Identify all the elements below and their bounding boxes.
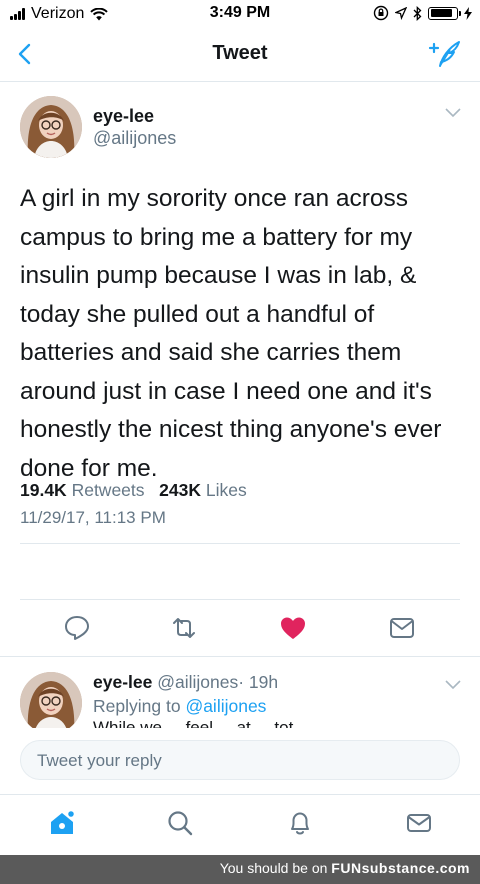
author-handle[interactable]: @ailijones — [93, 128, 176, 149]
page-title: Tweet — [212, 42, 268, 64]
compose-tweet-icon[interactable] — [428, 38, 462, 70]
divider — [20, 599, 460, 600]
status-bar: Verizon 3:49 PM — [0, 0, 480, 28]
reply-author-name[interactable]: eye-lee — [93, 672, 152, 692]
replying-to-link[interactable]: @ailijones — [185, 696, 266, 716]
reply-input[interactable]: Tweet your reply — [20, 740, 460, 780]
divider — [20, 543, 460, 544]
home-icon[interactable] — [48, 809, 76, 837]
search-icon[interactable] — [166, 809, 194, 837]
reply-age: · 19h — [238, 672, 279, 692]
chevron-down-icon[interactable] — [444, 106, 462, 118]
retweet-icon[interactable] — [170, 614, 198, 642]
retweets-stat[interactable]: 19.4K Retweets — [20, 480, 145, 500]
bluetooth-icon — [413, 5, 422, 21]
watermark-bar: You should be on FUNsubstance.com — [0, 855, 480, 884]
tweet-stats: 19.4K Retweets 243K Likes — [20, 480, 247, 501]
likes-stat[interactable]: 243K Likes — [159, 480, 247, 500]
reply-input-placeholder: Tweet your reply — [37, 751, 162, 770]
charging-icon — [464, 6, 472, 20]
battery-icon — [428, 6, 461, 20]
notifications-icon[interactable] — [286, 809, 314, 837]
tweet-timestamp: 11/29/17, 11:13 PM — [20, 508, 166, 527]
reply-text-snippet: While we ... feel ... at ... tot... — [93, 718, 308, 728]
reply-tweet[interactable]: eye-lee @ailijones· 19h Replying to @ail… — [0, 672, 480, 728]
reply-header: eye-lee @ailijones· 19h — [93, 672, 278, 693]
reply-author-handle[interactable]: @ailijones — [157, 672, 238, 692]
battery-level — [430, 9, 452, 17]
location-icon — [395, 6, 407, 20]
watermark-brand: FUNsubstance.com — [331, 860, 470, 876]
author-name[interactable]: eye-lee — [93, 106, 154, 127]
lock-rotation-icon — [373, 5, 389, 21]
section-divider — [0, 656, 480, 657]
avatar-photo — [20, 96, 82, 158]
replying-to: Replying to @ailijones — [93, 696, 267, 716]
avatar[interactable] — [20, 96, 82, 158]
like-icon[interactable] — [279, 614, 307, 642]
tweet-actions — [0, 614, 480, 648]
nav-bar: Tweet — [0, 28, 480, 82]
reply-icon[interactable] — [63, 614, 91, 642]
chevron-down-icon[interactable] — [444, 678, 462, 690]
share-icon[interactable] — [388, 614, 416, 642]
status-right — [373, 5, 472, 21]
tab-bar — [0, 794, 480, 854]
watermark-text: You should be on FUNsubstance.com — [219, 860, 470, 876]
avatar-photo — [20, 672, 82, 728]
tweet-text: A girl in my sorority once ran across ca… — [20, 185, 442, 482]
messages-icon[interactable] — [405, 809, 433, 837]
avatar[interactable] — [20, 672, 82, 728]
